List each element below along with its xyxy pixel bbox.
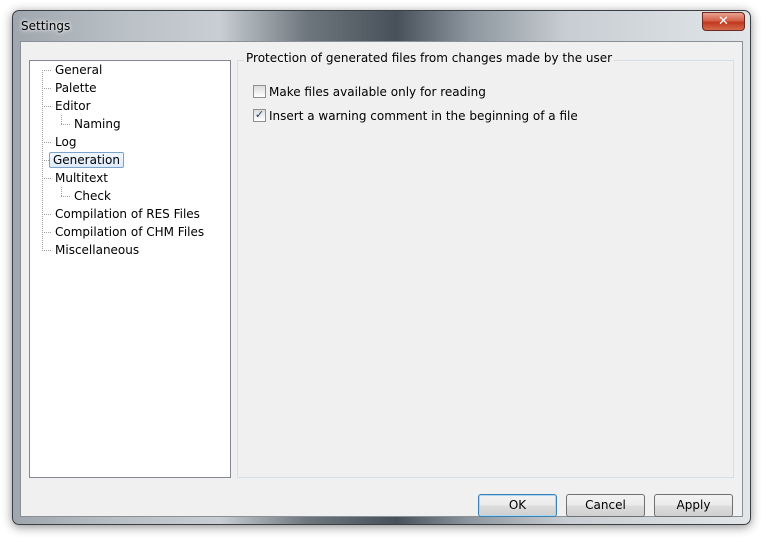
ok-button[interactable]: OK bbox=[478, 494, 557, 517]
tree-item-label: General bbox=[55, 63, 103, 77]
warning-comment-label: Insert a warning comment in the beginnin… bbox=[269, 109, 578, 123]
title-bar[interactable]: Settings ✕ bbox=[13, 11, 750, 41]
tree-item-label: Compilation of CHM Files bbox=[55, 225, 205, 239]
tree-branch bbox=[42, 106, 51, 107]
tree-branch bbox=[42, 214, 51, 215]
tree-connector-editor bbox=[61, 115, 62, 124]
tree-item-label: Generation bbox=[49, 152, 124, 168]
option-warning-comment[interactable]: ✓ Insert a warning comment in the beginni… bbox=[253, 108, 578, 124]
tree-item-check[interactable]: Check bbox=[70, 188, 115, 204]
tree-item-generation[interactable]: Generation bbox=[49, 152, 124, 168]
window-title: Settings bbox=[21, 19, 71, 33]
tree-item-log[interactable]: Log bbox=[51, 134, 80, 150]
generation-settings-group: Protection of generated files from chang… bbox=[237, 51, 734, 478]
tree-item-label: Palette bbox=[55, 81, 97, 95]
tree-branch bbox=[42, 70, 51, 71]
tree-item-compilation-chm[interactable]: Compilation of CHM Files bbox=[51, 224, 208, 240]
close-icon: ✕ bbox=[718, 14, 729, 29]
apply-button[interactable]: Apply bbox=[654, 494, 733, 517]
cancel-button[interactable]: Cancel bbox=[566, 494, 645, 517]
check-mark-icon: ✓ bbox=[254, 108, 265, 121]
tree-branch bbox=[42, 250, 51, 251]
tree-item-palette[interactable]: Palette bbox=[51, 80, 101, 96]
settings-tree[interactable]: General Palette Editor Naming Log Genera… bbox=[29, 60, 231, 478]
tree-item-label: Multitext bbox=[55, 171, 109, 185]
tree-item-label: Editor bbox=[55, 99, 91, 113]
tree-item-label: Log bbox=[55, 135, 77, 149]
dialog-client-area: General Palette Editor Naming Log Genera… bbox=[20, 41, 743, 517]
tree-item-naming[interactable]: Naming bbox=[70, 116, 125, 132]
tree-item-general[interactable]: General bbox=[51, 62, 106, 78]
tree-item-label: Miscellaneous bbox=[55, 243, 140, 257]
tree-branch bbox=[42, 142, 51, 143]
tree-branch bbox=[42, 88, 51, 89]
tree-branch bbox=[42, 232, 51, 233]
close-button[interactable]: ✕ bbox=[702, 12, 745, 31]
tree-branch bbox=[42, 160, 49, 161]
tree-item-label: Naming bbox=[74, 117, 121, 131]
read-only-checkbox[interactable] bbox=[253, 85, 266, 98]
tree-item-miscellaneous[interactable]: Miscellaneous bbox=[51, 242, 143, 258]
tree-branch bbox=[61, 196, 70, 197]
group-heading: Protection of generated files from chang… bbox=[244, 51, 615, 65]
settings-window: Settings ✕ General Palette Editor Naming… bbox=[12, 10, 751, 525]
tree-branch bbox=[61, 124, 70, 125]
tree-branch bbox=[42, 178, 51, 179]
tree-item-multitext[interactable]: Multitext bbox=[51, 170, 112, 186]
tree-item-compilation-res[interactable]: Compilation of RES Files bbox=[51, 206, 204, 222]
tree-item-editor[interactable]: Editor bbox=[51, 98, 95, 114]
warning-comment-checkbox[interactable]: ✓ bbox=[253, 108, 266, 122]
tree-connector-multitext bbox=[61, 187, 62, 196]
tree-item-label: Compilation of RES Files bbox=[55, 207, 200, 221]
option-read-only[interactable]: Make files available only for reading bbox=[253, 84, 486, 100]
tree-item-label: Check bbox=[74, 189, 111, 203]
read-only-label: Make files available only for reading bbox=[269, 85, 486, 99]
